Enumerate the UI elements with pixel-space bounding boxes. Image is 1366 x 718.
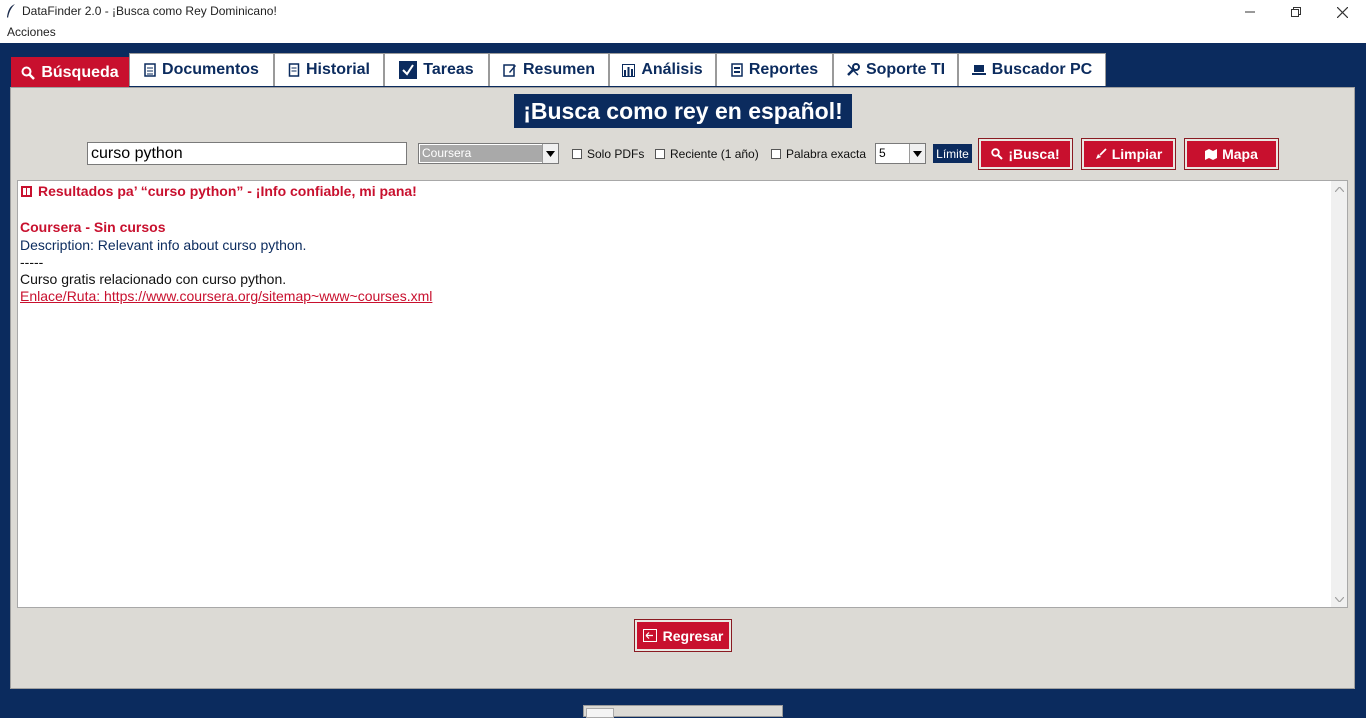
minimize-icon [1245,11,1255,13]
tab-label: Reportes [748,61,819,78]
tab-soporte-ti[interactable]: Soporte TI [833,53,958,86]
map-button[interactable]: Mapa [1184,138,1279,170]
tab-label: Buscador PC [991,61,1093,78]
document-icon [144,63,156,77]
minimize-button[interactable] [1227,0,1273,24]
checkbox-reciente[interactable]: Reciente (1 año) [655,146,759,162]
source-select[interactable]: Coursera [418,143,559,164]
checkbox-solo-pdfs[interactable]: Solo PDFs [572,146,644,162]
laptop-icon [971,65,986,75]
tab-label: Análisis [641,61,703,78]
back-button-label: Regresar [662,627,724,644]
close-button[interactable] [1319,0,1365,24]
tab-historial[interactable]: Historial [274,53,384,86]
window-title: DataFinder 2.0 - ¡Busca como Rey Dominic… [22,4,277,18]
search-button-label: ¡Busca! [1008,146,1060,162]
feather-icon [7,4,15,18]
title-bar: DataFinder 2.0 - ¡Busca como Rey Dominic… [0,0,1366,24]
checkbox-label: Palabra exacta [786,147,867,161]
scroll-down-icon[interactable] [1331,591,1347,607]
tab-reportes[interactable]: Reportes [716,53,833,86]
tab-buscador-pc[interactable]: Buscador PC [958,53,1106,86]
broom-icon [1095,148,1107,159]
tab-label: Documentos [162,61,259,78]
map-icon [1205,148,1218,160]
search-button[interactable]: ¡Busca! [978,138,1073,170]
menu-acciones[interactable]: Acciones [7,25,56,39]
memo-icon [503,64,516,77]
result-body: Curso gratis relacionado con curso pytho… [20,271,287,287]
tab-documentos[interactable]: Documentos [129,53,274,86]
restore-icon [1291,7,1301,17]
tab-tareas[interactable]: Tareas [384,53,489,86]
tools-icon [847,63,860,76]
results-header-text: Resultados pa’ “curso python” - ¡Info co… [38,183,417,199]
results-scrollbar[interactable] [1331,181,1347,607]
results-header: Resultados pa’ “curso python” - ¡Info co… [20,183,417,199]
back-button[interactable]: Regresar [634,619,732,652]
limit-label: Límite [933,144,972,163]
source-select-value: Coursera [420,145,542,162]
book-icon [21,186,32,197]
tab-label: Resumen [522,61,596,78]
horizontal-scrollbar[interactable] [583,705,783,718]
results-text-area[interactable]: Resultados pa’ “curso python” - ¡Info co… [17,180,1348,608]
checkbox-label: Reciente (1 año) [670,147,759,161]
checkbox-palabra-exacta[interactable]: Palabra exacta [771,146,866,162]
tab-analisis[interactable]: Análisis [609,53,716,86]
clear-button[interactable]: Limpiar [1081,138,1176,170]
chevron-down-icon[interactable] [542,144,558,163]
magnifier-icon [991,148,1004,160]
result-description: Description: Relevant info about curso p… [20,237,307,253]
result-separator: ----- [20,254,44,270]
tab-label: Historial [305,61,370,78]
close-icon [1336,6,1348,18]
search-input[interactable] [87,142,407,165]
menu-bar: Acciones [0,24,1366,43]
magnifier-icon [21,66,36,80]
result-link[interactable]: Enlace/Ruta: https://www.coursera.org/si… [20,288,432,304]
banner-title: ¡Busca como rey en español! [514,94,852,128]
report-icon [731,63,743,77]
result-title: Coursera - Sin cursos [20,219,166,235]
tab-label: Tareas [423,61,474,78]
exit-arrow-icon [642,629,657,642]
map-button-label: Mapa [1222,146,1258,162]
tab-resumen[interactable]: Resumen [489,53,609,86]
tab-busqueda[interactable]: Búsqueda [11,57,129,88]
chevron-down-icon[interactable] [909,144,925,163]
scroll-icon [288,63,300,77]
tab-label: Soporte TI [865,61,946,78]
tab-label: Búsqueda [41,64,119,81]
scroll-up-icon[interactable] [1331,181,1347,197]
limit-select[interactable]: 5 [875,143,926,164]
checkbox-box[interactable] [655,149,665,159]
checkbox-box[interactable] [572,149,582,159]
restore-button[interactable] [1273,0,1319,24]
limit-select-value: 5 [879,146,886,160]
clear-button-label: Limpiar [1111,146,1163,162]
checkbox-box[interactable] [771,149,781,159]
bar-chart-icon [622,63,636,77]
checkbox-label: Solo PDFs [587,147,645,161]
checkbox-icon [399,61,418,79]
